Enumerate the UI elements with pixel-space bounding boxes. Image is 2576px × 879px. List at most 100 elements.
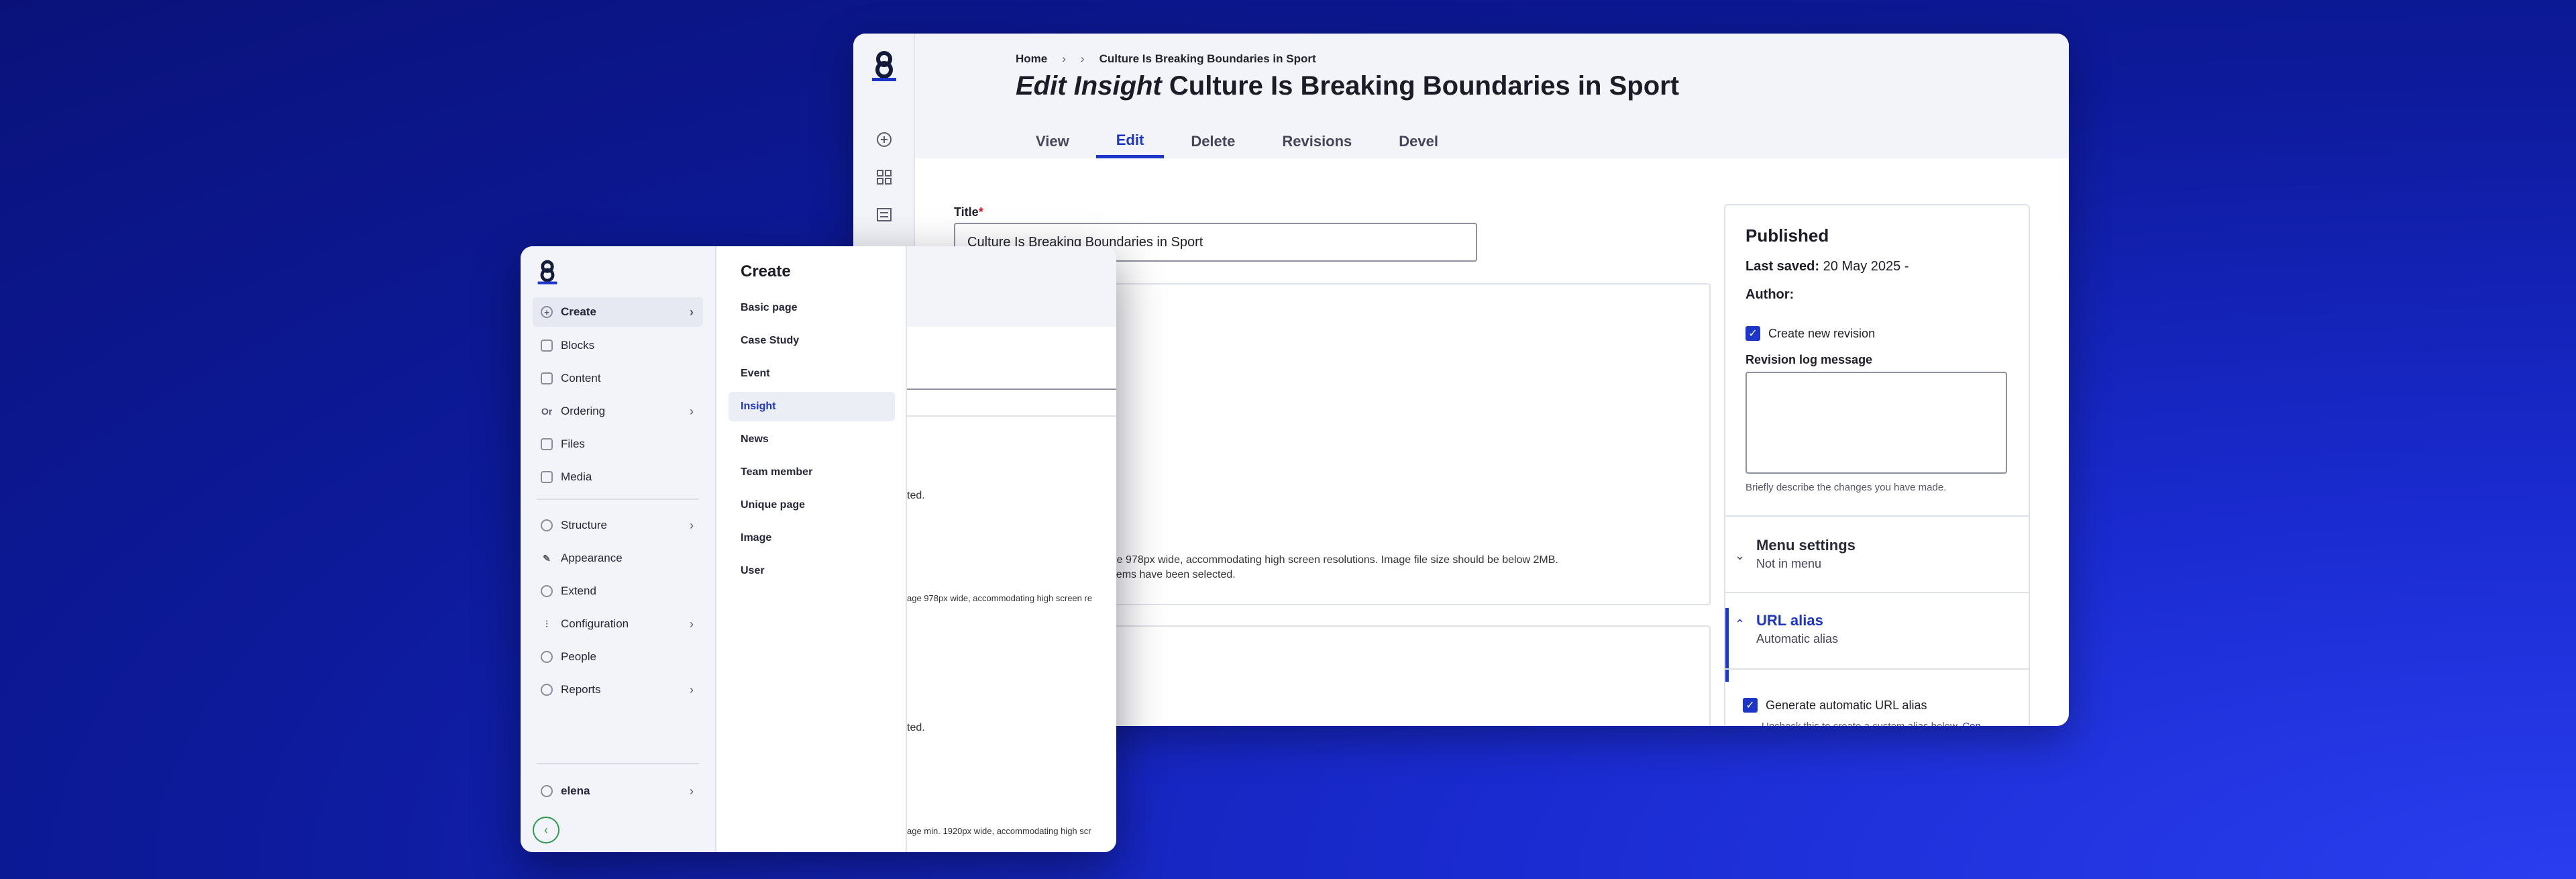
list-icon[interactable] <box>873 204 895 225</box>
ordering-icon: Or <box>541 406 553 417</box>
tab-delete[interactable]: Delete <box>1171 125 1255 158</box>
page-content-peek: ted. age 978px wide, accommodating high … <box>907 246 1116 852</box>
nav-item-ordering[interactable]: Or Ordering › <box>533 397 703 426</box>
revision-log-textarea[interactable] <box>1746 372 2007 474</box>
content-icon <box>541 372 553 384</box>
config-link[interactable]: Con- <box>1962 721 1984 726</box>
author-label: Author: <box>1746 287 1794 302</box>
drupal-logo-icon[interactable] <box>537 260 558 285</box>
submenu-item-basic-page[interactable]: Basic page <box>729 293 895 323</box>
tab-view[interactable]: View <box>1016 125 1089 158</box>
divider <box>1725 515 2029 517</box>
page-header: Home › › Culture Is Breaking Boundaries … <box>915 34 2069 158</box>
chevron-right-icon: › <box>690 784 694 798</box>
nav-divider <box>537 499 699 500</box>
tab-revisions[interactable]: Revisions <box>1262 125 1372 158</box>
collapse-sidebar-button[interactable]: ‹ <box>533 817 559 843</box>
chevron-left-icon: ‹ <box>544 823 548 837</box>
chevron-right-icon: › <box>690 404 694 418</box>
plus-circle-icon[interactable] <box>873 129 895 150</box>
peek-text: ted. <box>907 490 925 501</box>
breadcrumb-home[interactable]: Home <box>1016 52 1047 66</box>
page-title-action: Edit Insight <box>1016 71 1162 101</box>
user-menu[interactable]: elena › <box>533 776 703 806</box>
last-saved: Last saved: 20 May 2025 - <box>1746 259 1909 274</box>
nav-item-content[interactable]: Content <box>533 364 703 393</box>
nav-item-people[interactable]: People <box>533 642 703 672</box>
submenu-item-team-member[interactable]: Team member <box>729 458 895 487</box>
user-icon <box>541 785 553 797</box>
nav-item-configuration[interactable]: ⫶ Configuration › <box>533 609 703 639</box>
chevron-right-icon: › <box>690 617 694 631</box>
tab-edit[interactable]: Edit <box>1095 125 1165 158</box>
people-icon <box>541 651 553 663</box>
nav-item-structure[interactable]: Structure › <box>533 511 703 540</box>
chevron-right-icon: › <box>690 305 694 319</box>
submenu-item-user[interactable]: User <box>729 556 895 586</box>
check-icon[interactable]: ✓ <box>1746 326 1760 341</box>
submenu-item-news[interactable]: News <box>729 425 895 454</box>
blocks-icon <box>541 340 553 352</box>
page-title-node: Culture Is Breaking Boundaries in Sport <box>1169 71 1680 101</box>
submenu-title: Create <box>741 262 791 280</box>
files-icon <box>541 438 553 450</box>
media-help-text: image 978px wide, accommodating high scr… <box>1093 554 1558 566</box>
meta-sidebar: Published Last saved: 20 May 2025 - Auth… <box>1724 204 2030 726</box>
structure-icon <box>541 519 553 531</box>
url-alias-summary: Automatic alias <box>1756 632 1839 645</box>
url-alias-toggle[interactable]: URL alias <box>1756 612 1823 629</box>
revision-help: Briefly describe the changes you have ma… <box>1746 482 1947 493</box>
puzzle-icon <box>541 585 553 597</box>
menu-settings-toggle[interactable]: Menu settings <box>1756 537 1856 554</box>
chevron-down-icon[interactable]: ⌄ <box>1735 549 1745 563</box>
nav-item-files[interactable]: Files <box>533 429 703 459</box>
nav-item-blocks[interactable]: Blocks <box>533 331 703 360</box>
submenu-item-event[interactable]: Event <box>729 359 895 389</box>
chevron-right-icon: › <box>1080 52 1085 65</box>
chevron-up-icon[interactable]: ⌃ <box>1735 617 1745 631</box>
menu-settings-summary: Not in menu <box>1756 557 1822 570</box>
nav-item-media[interactable]: Media <box>533 462 703 492</box>
publish-status: Published <box>1746 225 1829 246</box>
breadcrumb-current[interactable]: Culture Is Breaking Boundaries in Sport <box>1099 52 1316 66</box>
reports-icon <box>541 684 553 696</box>
create-submenu: Create Basic page Case Study Event Insig… <box>716 246 907 852</box>
check-icon[interactable]: ✓ <box>1743 698 1758 713</box>
chevron-right-icon: › <box>690 518 694 532</box>
submenu-item-insight[interactable]: Insight <box>729 392 895 421</box>
media-icon <box>541 471 553 483</box>
create-revision-checkbox[interactable]: ✓ Create new revision <box>1746 326 1875 341</box>
title-field-label: Title* <box>954 205 983 219</box>
tab-devel[interactable]: Devel <box>1379 125 1458 158</box>
peek-text: ted. <box>907 722 925 733</box>
nav-divider <box>537 763 699 764</box>
plus-circle-icon: + <box>541 306 553 318</box>
peek-divider <box>907 415 1116 417</box>
generate-alias-help: Uncheck this to create a custom alias be… <box>1762 721 1984 726</box>
nav-item-reports[interactable]: Reports › <box>533 675 703 705</box>
nav-item-create[interactable]: + Create › <box>533 297 703 327</box>
brush-icon: ✎ <box>543 552 551 564</box>
nav-item-appearance[interactable]: ✎ Appearance <box>533 544 703 573</box>
breadcrumb: Home › › Culture Is Breaking Boundaries … <box>1016 52 1316 66</box>
submenu-item-case-study[interactable]: Case Study <box>729 326 895 356</box>
submenu-item-image[interactable]: Image <box>729 523 895 553</box>
divider <box>1725 668 2029 670</box>
generate-alias-checkbox[interactable]: ✓ Generate automatic URL alias <box>1743 698 1927 713</box>
primary-navigation: + Create › Blocks Content Or Ordering › File… <box>521 246 716 852</box>
sliders-icon: ⫶ <box>545 618 548 629</box>
peek-text: age 978px wide, accommodating high scree… <box>907 593 1093 603</box>
grid-icon[interactable] <box>873 166 895 188</box>
chevron-right-icon: › <box>690 682 694 696</box>
nav-item-extend[interactable]: Extend <box>533 576 703 606</box>
divider <box>1725 592 2029 593</box>
admin-navigation-window: + Create › Blocks Content Or Ordering › File… <box>521 246 1116 852</box>
drupal-logo-icon[interactable] <box>871 51 898 82</box>
chevron-right-icon: › <box>1062 52 1066 65</box>
page-title: Edit Insight Culture Is Breaking Boundar… <box>1016 71 1679 101</box>
local-tabs: View Edit Delete Revisions Devel <box>1016 125 1465 158</box>
submenu-item-unique-page[interactable]: Unique page <box>729 490 895 520</box>
peek-input-edge <box>907 389 1116 390</box>
revision-log-label: Revision log message <box>1746 353 1873 366</box>
active-indicator <box>1725 608 1729 682</box>
